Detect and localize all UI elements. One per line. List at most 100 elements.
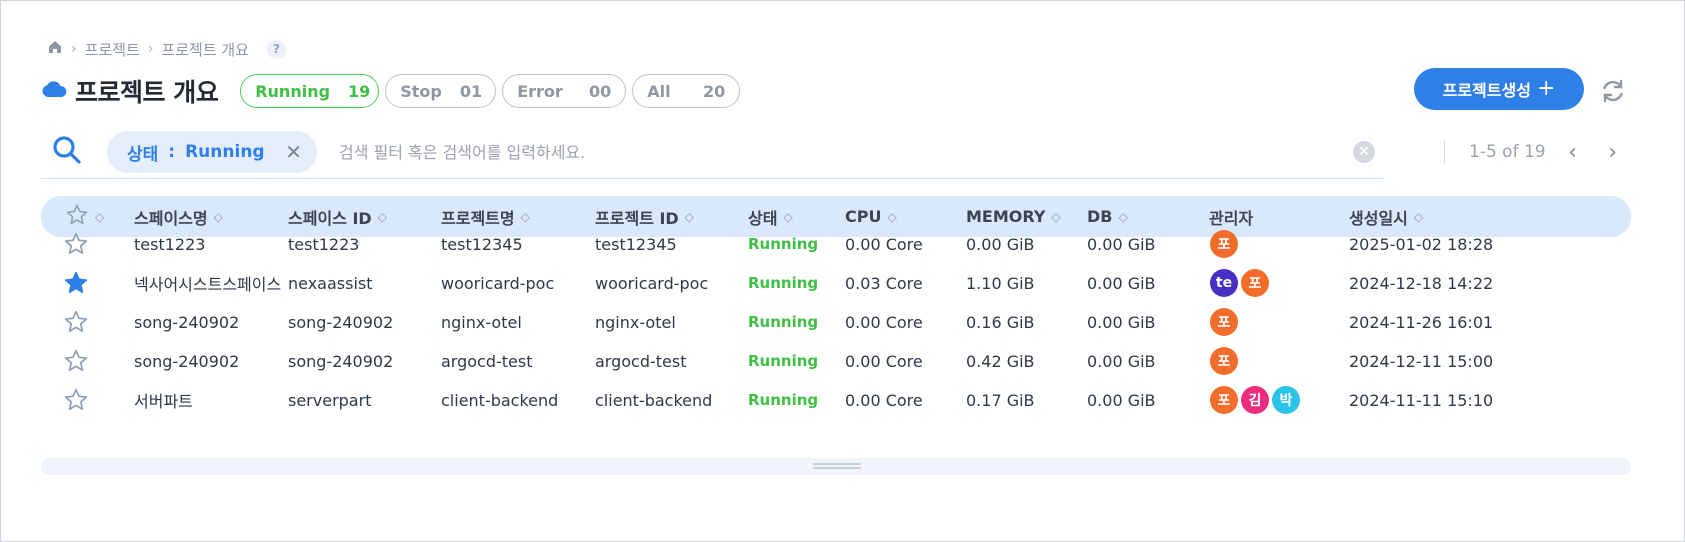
cell-space-id: serverpart	[288, 379, 371, 421]
avatar[interactable]: 포	[1210, 347, 1238, 375]
sort-icon[interactable]: ◇	[1118, 211, 1127, 223]
avatar[interactable]: te	[1210, 269, 1238, 297]
chevron-left-icon[interactable]: ‹	[1560, 140, 1586, 165]
cell-space-name: 서버파트	[134, 379, 193, 421]
cell-project-name: test12345	[441, 223, 523, 265]
cell-cpu-text: 0.03 Core	[845, 273, 923, 293]
filter-running[interactable]: Running 19	[240, 74, 380, 108]
filter-stop[interactable]: Stop 01	[385, 74, 497, 108]
chip-key: 상태	[127, 144, 159, 165]
cell-project-id-text: argocd-test	[595, 351, 687, 371]
cell-created: 2025-01-02 18:28	[1349, 223, 1493, 265]
cell-project-name: wooricard-poc	[441, 262, 554, 304]
search-bar: 상태 : Running ✕ ✕	[41, 123, 1385, 179]
sort-icon[interactable]: ◇	[378, 211, 387, 223]
cell-memory-text: 0.00 GiB	[966, 234, 1035, 254]
table-row[interactable]: song-240902 song-240902 nginx-otel nginx-ot…	[41, 301, 1631, 343]
cell-created-text: 2025-01-02 18:28	[1349, 234, 1494, 254]
cell-status-text: Running	[748, 274, 819, 292]
cell-cpu: 0.00 Core	[845, 301, 923, 343]
cell-db-text: 0.00 GiB	[1087, 234, 1156, 254]
cell-created: 2024-12-11 15:00	[1349, 340, 1493, 382]
avatar[interactable]: 박	[1272, 386, 1300, 414]
filter-label: Error	[517, 81, 563, 101]
cell-space-name-text: song-240902	[134, 351, 240, 371]
filter-all[interactable]: All 20	[632, 74, 741, 108]
create-project-button[interactable]: 프로젝트생성 +	[1414, 68, 1584, 110]
cell-memory: 0.42 GiB	[966, 340, 1035, 382]
sort-icon[interactable]: ◇	[521, 211, 530, 223]
cell-project-id: test12345	[595, 223, 677, 265]
avatar[interactable]: 포	[1241, 269, 1269, 297]
cell-status-text: Running	[748, 313, 819, 331]
home-icon[interactable]	[47, 39, 63, 59]
filter-chip[interactable]: 상태 : Running ✕	[107, 131, 317, 173]
close-icon[interactable]: ✕	[283, 140, 305, 164]
avatar[interactable]: 포	[1210, 230, 1238, 258]
cell-memory-text: 1.10 GiB	[966, 273, 1035, 293]
table-row[interactable]: 서버파트 serverpart client-backend client-backe…	[41, 379, 1631, 421]
resize-handle[interactable]	[813, 463, 861, 469]
table-row[interactable]: 넥사어시스트스페이스 nexaassist wooricard-poc woorica…	[41, 262, 1631, 304]
table-row[interactable]: test1223 test1223 test12345 test12345 Runnin…	[41, 223, 1631, 265]
cell-memory: 0.00 GiB	[966, 223, 1035, 265]
breadcrumb: › 프로젝트 › 프로젝트 개요 ?	[47, 38, 286, 60]
cell-project-id-text: wooricard-poc	[595, 273, 709, 293]
cell-project-id: client-backend	[595, 379, 712, 421]
sort-icon[interactable]: ◇	[783, 211, 792, 223]
avatar[interactable]: 포	[1210, 386, 1238, 414]
star-icon[interactable]	[63, 223, 89, 265]
sort-icon[interactable]: ◇	[1414, 211, 1423, 223]
chevron-right-icon[interactable]: ›	[1600, 140, 1626, 165]
cell-created: 2024-11-11 15:10	[1349, 379, 1493, 421]
star-icon[interactable]	[63, 301, 89, 343]
star-icon[interactable]	[63, 340, 89, 382]
cell-space-id-text: song-240902	[288, 312, 394, 332]
star-icon[interactable]	[63, 262, 89, 304]
cell-db: 0.00 GiB	[1087, 223, 1156, 265]
clear-icon[interactable]: ✕	[1353, 141, 1375, 163]
cell-space-name: 넥사어시스트스페이스	[134, 262, 281, 304]
sort-icon[interactable]: ◇	[95, 211, 104, 223]
cell-admins: 포김박	[1210, 379, 1303, 421]
cell-admins: 포	[1210, 340, 1241, 382]
sort-icon[interactable]: ◇	[887, 211, 896, 223]
cell-status-text: Running	[748, 235, 819, 253]
sort-icon[interactable]: ◇	[685, 211, 694, 223]
cell-space-id: nexaassist	[288, 262, 373, 304]
filter-label: Running	[255, 81, 331, 101]
cell-space-id-text: song-240902	[288, 351, 394, 371]
breadcrumb-item-projects[interactable]: 프로젝트	[85, 39, 140, 60]
cell-space-name-text: test1223	[134, 234, 206, 254]
help-icon[interactable]: ?	[267, 39, 286, 59]
cell-db-text: 0.00 GiB	[1087, 351, 1156, 371]
sort-icon[interactable]: ◇	[1051, 211, 1060, 223]
divider	[1444, 140, 1445, 164]
cell-space-name: song-240902	[134, 340, 239, 382]
avatar[interactable]: 김	[1241, 386, 1269, 414]
pagination: 1-5 of 19 ‹ ›	[1444, 134, 1626, 170]
avatar[interactable]: 포	[1210, 308, 1238, 336]
cell-memory: 0.16 GiB	[966, 301, 1035, 343]
cell-cpu-text: 0.00 Core	[845, 351, 923, 371]
cell-project-id: wooricard-poc	[595, 262, 708, 304]
sort-icon[interactable]: ◇	[214, 211, 223, 223]
table-footer	[41, 458, 1631, 475]
cell-status: Running	[748, 379, 818, 421]
table-row[interactable]: song-240902 song-240902 argocd-test argocd-…	[41, 340, 1631, 382]
filter-count: 00	[588, 81, 612, 101]
search-input[interactable]	[337, 135, 1341, 169]
pagination-range: 1-5 of 19	[1469, 142, 1546, 162]
refresh-icon[interactable]	[1599, 77, 1627, 109]
cell-project-id-text: test12345	[595, 234, 677, 254]
search-icon[interactable]	[51, 134, 83, 170]
chip-separator: :	[168, 142, 176, 162]
cell-project-name-text: argocd-test	[441, 351, 533, 371]
breadcrumb-item-overview: 프로젝트 개요	[161, 40, 249, 59]
create-project-label: 프로젝트생성	[1442, 81, 1531, 100]
star-icon[interactable]	[63, 379, 89, 421]
cell-created-text: 2024-11-11 15:10	[1349, 390, 1494, 410]
cell-admins: 포	[1210, 301, 1241, 343]
filter-count: 19	[348, 81, 371, 101]
filter-error[interactable]: Error 00	[502, 74, 627, 108]
